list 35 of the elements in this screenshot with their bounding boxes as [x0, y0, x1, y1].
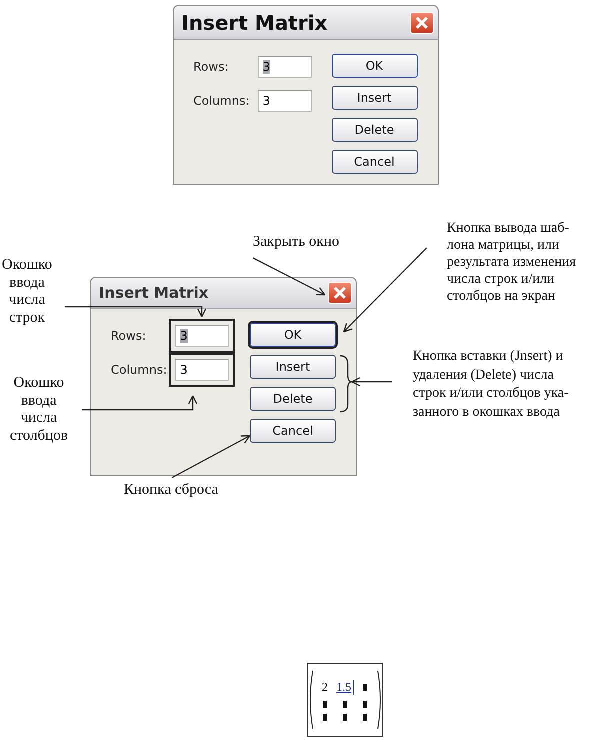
window-title: Insert Matrix — [99, 284, 209, 302]
number-field[interactable]: 3 — [258, 56, 312, 78]
leader-arrow — [351, 377, 392, 387]
field-label: Rows: — [194, 60, 230, 74]
annotation-text: Кнопка сброса — [124, 482, 218, 500]
placeholder-icon[interactable] — [363, 684, 367, 690]
close-button[interactable] — [328, 282, 352, 304]
annotation-text: Закрыть окно — [253, 234, 340, 252]
delete-button[interactable]: Delete — [332, 118, 418, 142]
window-title: Insert Matrix — [182, 10, 328, 34]
curly-brace-icon — [340, 355, 353, 413]
close-icon — [333, 286, 347, 300]
insert-button[interactable]: Insert — [332, 86, 418, 110]
annotation-text: Кнопка вставки (Jnsert) и удаления (Delete) числа строк и/или столбцов ука- занного в окошках ввода — [413, 348, 569, 422]
annotation-text: Окошко ввода числа строк — [2, 257, 52, 327]
matrix-entry[interactable]: 1.5 — [336, 680, 354, 694]
delete-button[interactable]: Delete — [250, 387, 336, 411]
ok-button[interactable]: OK — [250, 323, 336, 347]
left-parenthesis-icon — [308, 670, 313, 730]
field-label: Rows: — [111, 329, 148, 343]
annotation-text: Окошко ввода числа столбцов — [10, 375, 68, 445]
cancel-button[interactable]: Cancel — [332, 150, 418, 174]
right-parenthesis-icon — [377, 670, 382, 730]
matrix-entry[interactable]: 2 — [322, 680, 328, 694]
field-label: Columns: — [194, 94, 250, 108]
cancel-button[interactable]: Cancel — [250, 419, 336, 443]
annotation-text: Кнопка вывода шаб- лона матрицы, или результата изменения числа строк и/или столбцов на экран — [447, 220, 576, 305]
number-field[interactable]: 3 — [175, 359, 230, 381]
field-label: Columns: — [111, 363, 168, 377]
number-field[interactable]: 3 — [175, 325, 230, 347]
insert-button[interactable]: Insert — [250, 355, 336, 379]
close-button[interactable] — [410, 12, 434, 34]
ok-button[interactable]: OK — [332, 54, 418, 78]
number-field[interactable]: 3 — [258, 90, 312, 112]
close-icon — [414, 16, 428, 30]
